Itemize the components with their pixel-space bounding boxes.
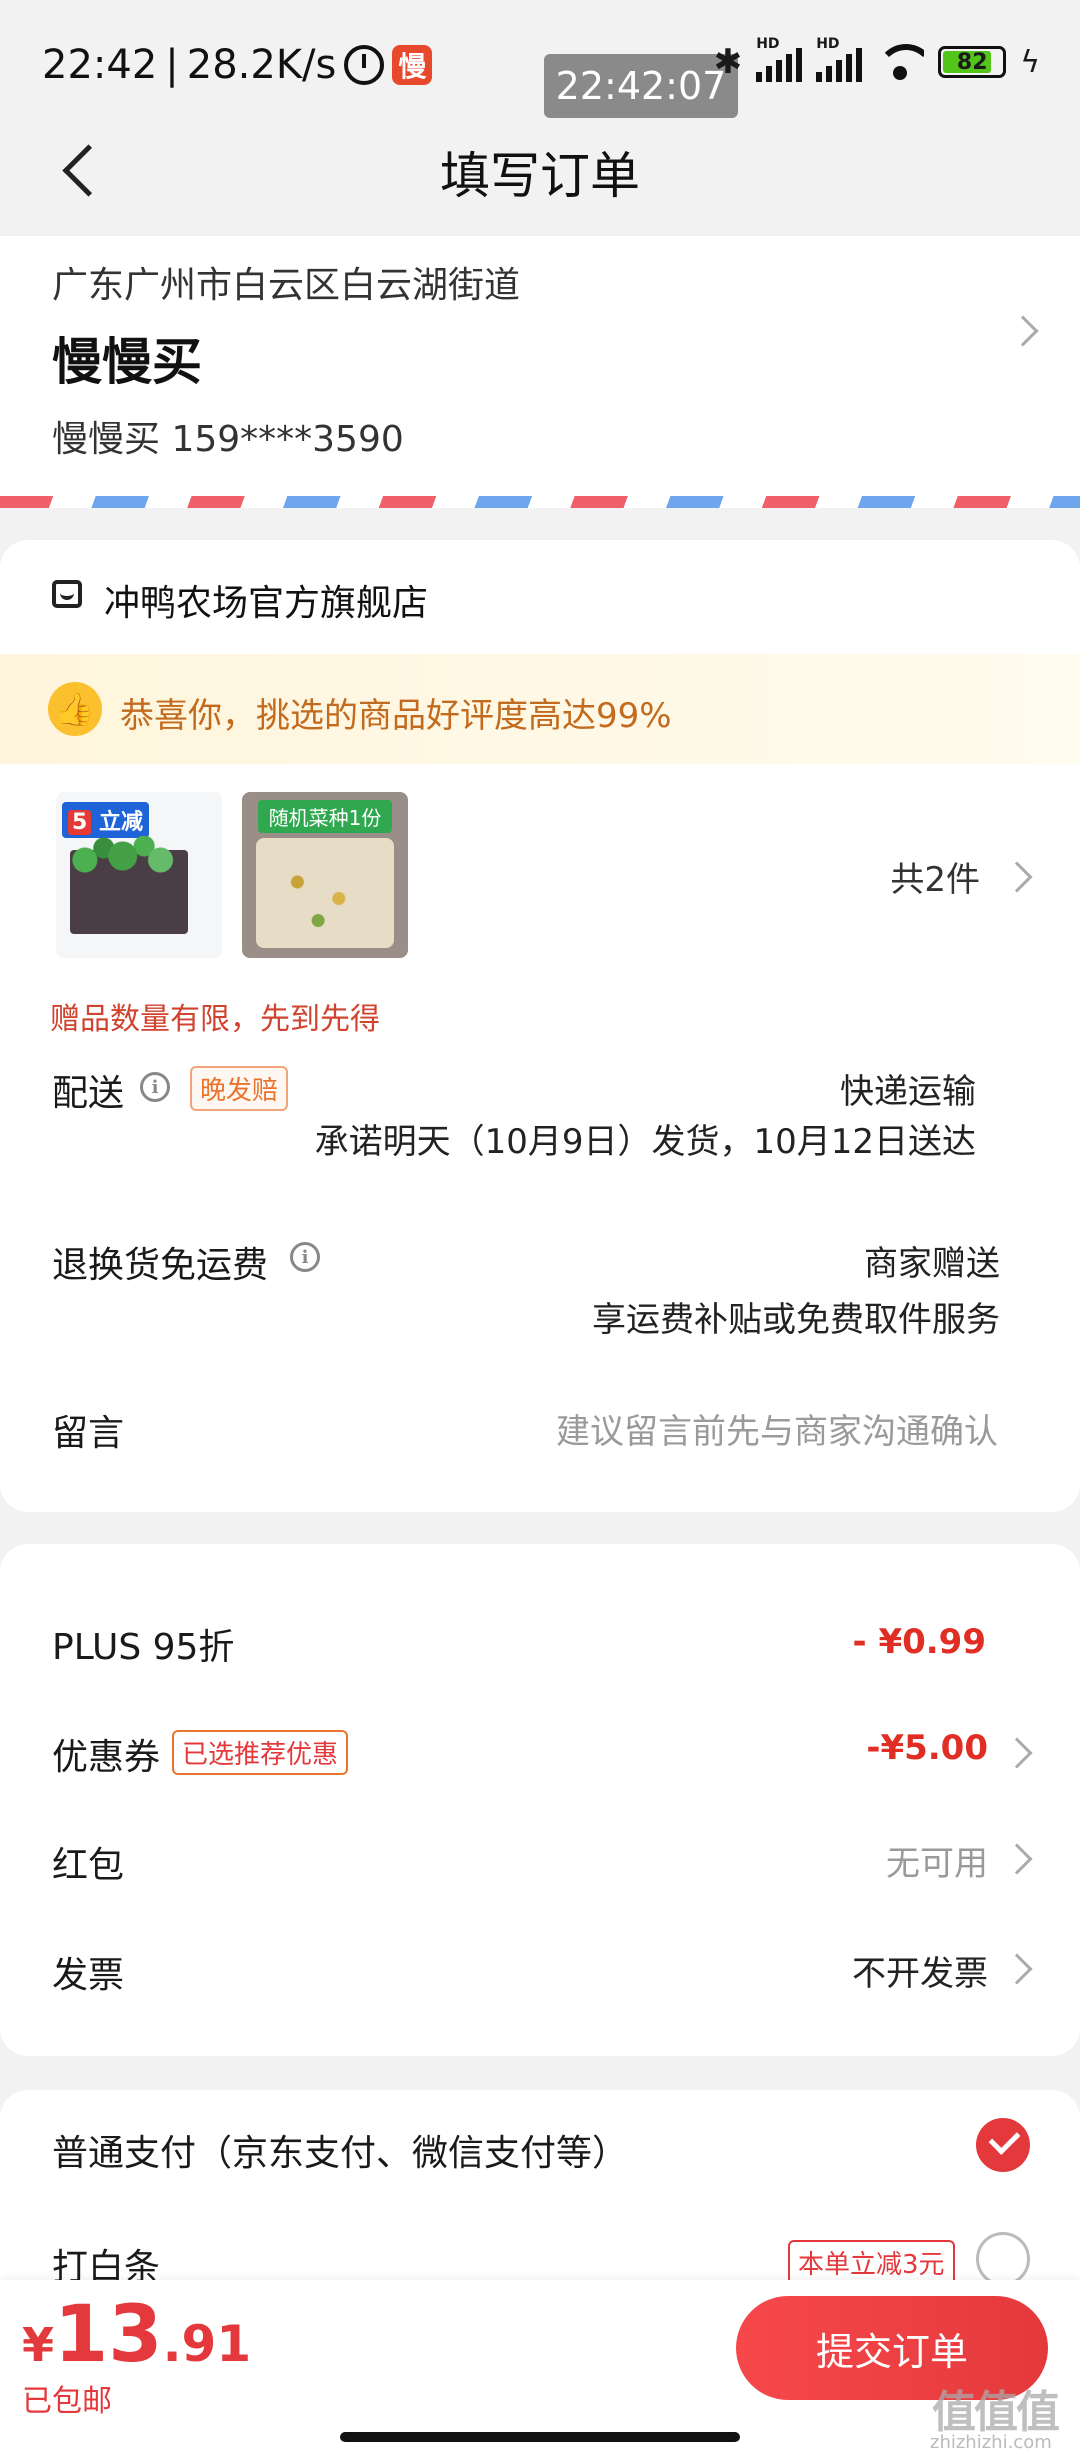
watermark-url: zhizhizhi.com [930, 2432, 1052, 2453]
info-icon[interactable]: i [290, 1242, 320, 1272]
wifi-icon [876, 44, 925, 80]
seed-bag [256, 838, 394, 948]
status-time: 22:42 [42, 42, 158, 88]
baitiao-promo-tag: 本单立减3元 [788, 2240, 955, 2285]
delivery-label: 配送 [52, 1073, 125, 1114]
order-total: ¥ 13 .91 [22, 2290, 251, 2380]
invoice-value[interactable]: 不开发票 [852, 1946, 988, 1995]
message-label: 留言 [52, 1413, 125, 1454]
coupon-value[interactable]: -¥5.00 [866, 1728, 988, 1768]
overlay-clock: 22:42:07 [544, 54, 738, 118]
plus-discount-label: PLUS 95折 [52, 1627, 235, 1668]
promo-badge: 5 立减 [62, 802, 149, 838]
bluetooth-icon: ✱ [713, 42, 743, 82]
info-icon[interactable]: i [140, 1072, 170, 1102]
address-region: 广东广州市白云区白云湖街道 [52, 265, 521, 306]
alarm-icon [344, 45, 385, 85]
status-separator: | [165, 42, 179, 88]
item-count[interactable]: 共2件 [890, 852, 980, 901]
signal-icon-2: HD [816, 36, 863, 82]
gift-note: 赠品数量有限，先到先得 [50, 1002, 380, 1037]
checked-radio-icon[interactable] [976, 2118, 1030, 2172]
battery-icon: 82 [938, 46, 1007, 78]
praise-text: 恭喜你，挑选的商品好评度高达99% [120, 696, 672, 736]
shop-name[interactable]: 冲鸭农场官方旗舰店 [104, 574, 428, 626]
shop-icon [52, 580, 82, 608]
delivery-method[interactable]: 快递运输 [840, 1064, 976, 1113]
watermark-logo: 值值值 [932, 2387, 1060, 2438]
address-envelope-stripe [0, 496, 1080, 508]
total-decimal: .91 [162, 2315, 252, 2373]
late-ship-tag: 晚发赔 [190, 1066, 289, 1111]
coupon-recommended-tag: 已选推荐优惠 [172, 1730, 349, 1775]
normal-payment-label[interactable]: 普通支付（京东支付、微信支付等） [52, 2124, 628, 2176]
charging-icon: ϟ [1020, 44, 1040, 80]
return-shipping-value: 商家赠送 [864, 1244, 1000, 1284]
free-shipping-label: 已包邮 [22, 2384, 112, 2419]
currency-symbol: ¥ [22, 2318, 55, 2372]
status-net-speed: 28.2K/s [186, 42, 337, 88]
address-detail: 慢慢买 [52, 333, 202, 391]
app-notification-icon: 慢 [392, 45, 433, 85]
invoice-label: 发票 [52, 1955, 125, 1996]
status-bar-left: 22:42 | 28.2K/s 慢 [42, 42, 433, 88]
thumbs-up-icon: 👍 [48, 682, 102, 736]
signal-icon: HD [756, 36, 803, 82]
return-shipping-desc: 享运费补贴或免费取件服务 [592, 1300, 1000, 1340]
coupon-label: 优惠券 [52, 1737, 161, 1778]
unchecked-radio-icon[interactable] [976, 2232, 1030, 2286]
red-packet-value[interactable]: 无可用 [886, 1836, 988, 1885]
red-packet-label: 红包 [52, 1845, 125, 1886]
total-integer: 13 [54, 2290, 163, 2380]
page-title: 填写订单 [440, 147, 640, 205]
product-image-planter[interactable]: 5 立减 [56, 792, 222, 958]
address-contact: 慢慢买 159****3590 [52, 419, 404, 460]
return-shipping-label: 退换货免运费 [52, 1245, 269, 1286]
product-image-seeds[interactable]: 随机菜种1份 [242, 792, 408, 958]
seed-tag: 随机菜种1份 [258, 800, 392, 833]
plus-discount-value: - ¥0.99 [852, 1622, 987, 1662]
message-input[interactable]: 建议留言前先与商家沟通确认 [556, 1404, 998, 1453]
home-indicator[interactable] [340, 2432, 740, 2442]
status-bar-right: ✱ HD HD 82 ϟ [713, 36, 1040, 82]
delivery-promise: 承诺明天（10月9日）发货，10月12日送达 [314, 1122, 976, 1162]
planter-leaves [66, 836, 192, 876]
